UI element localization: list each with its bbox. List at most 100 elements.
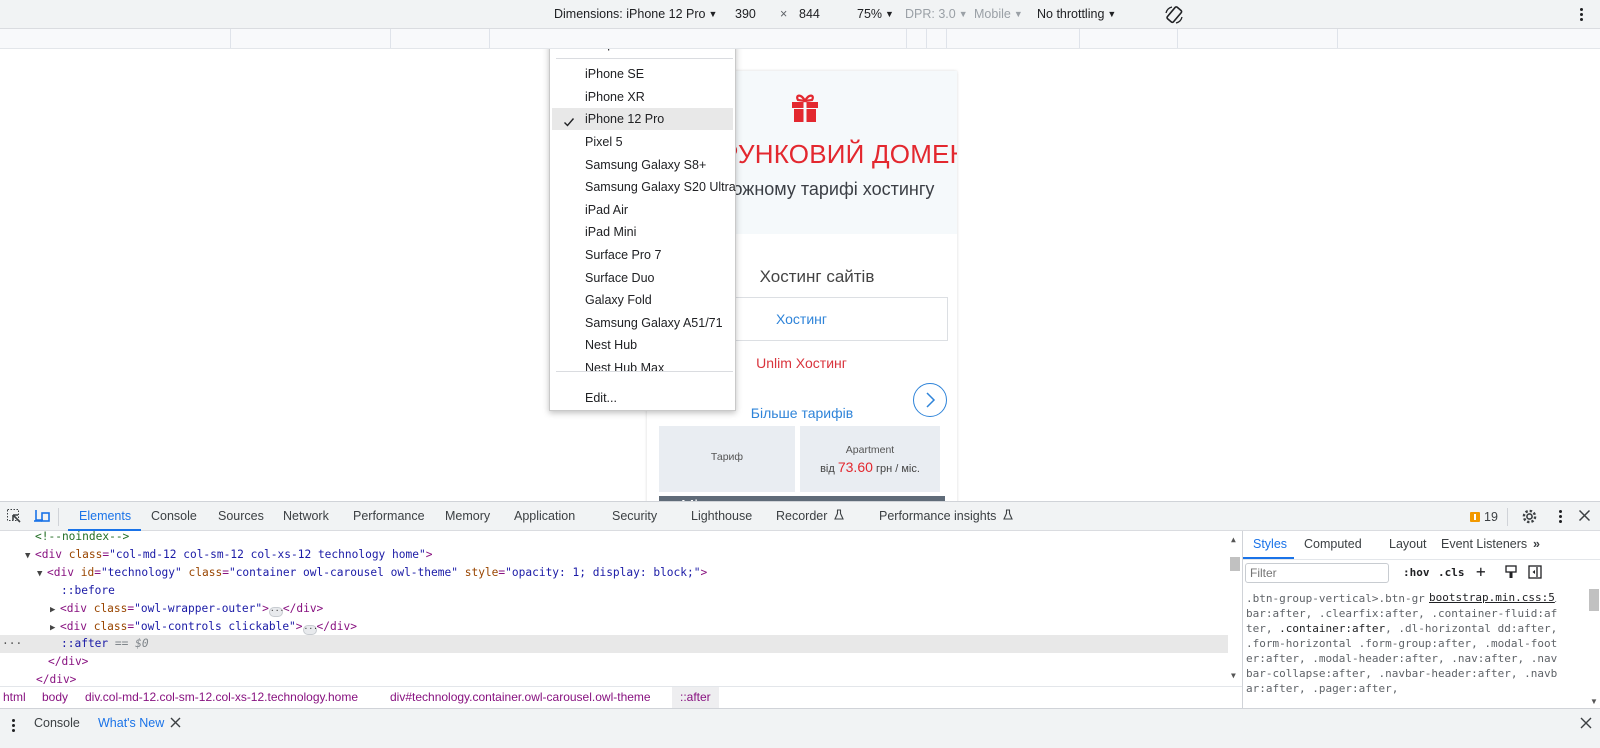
ruler-segment[interactable] xyxy=(946,29,947,48)
close-tab-icon[interactable] xyxy=(170,717,181,731)
device-menu-item[interactable]: iPad Air xyxy=(552,199,733,221)
ellipsis-icon[interactable]: ··· xyxy=(268,607,284,617)
breadcrumb-div-technology[interactable]: div#technology.container.owl-carousel.ow… xyxy=(390,687,651,708)
device-menu-item[interactable]: iPhone 12 Pro xyxy=(552,108,733,130)
tab-event-listeners[interactable]: Event Listeners xyxy=(1441,537,1527,551)
close-devtools-icon[interactable] xyxy=(1578,509,1591,525)
dom-node-div-technology-home[interactable]: ▼ <div class="col-md-12 col-sm-12 col-xs-… xyxy=(0,546,1230,564)
tab-network[interactable]: Network xyxy=(283,509,329,523)
scroll-thumb[interactable] xyxy=(1589,589,1599,611)
dom-node-div-technology[interactable]: ▼ <div id="technology" class="container o… xyxy=(0,564,1230,582)
device-menu-item[interactable]: Samsung Galaxy A51/71 xyxy=(552,312,733,334)
dom-tree-scrollbar[interactable]: ▲ ▼ xyxy=(1228,531,1242,686)
devtools-panel: Elements Console Sources Network Perform… xyxy=(0,501,1600,748)
ruler-segment[interactable] xyxy=(230,29,231,48)
device-menu-item[interactable]: Samsung Galaxy S20 Ultra xyxy=(552,176,736,198)
tab-application[interactable]: Application xyxy=(514,509,575,523)
more-tabs-chevron-icon[interactable]: » xyxy=(1533,537,1540,551)
dpr-dropdown[interactable]: DPR: 3.0 ▼ xyxy=(905,7,968,21)
more-vert-icon[interactable] xyxy=(1557,508,1563,523)
hover-state-toggle[interactable]: :hov xyxy=(1403,566,1430,579)
tab-lighthouse[interactable]: Lighthouse xyxy=(691,509,752,523)
carousel-next-button[interactable] xyxy=(913,383,947,417)
rotate-icon[interactable] xyxy=(1163,4,1185,26)
css-rule-selector[interactable]: .btn-group-vertical>.btn-group:after, .b… xyxy=(1246,591,1558,696)
device-menu-item[interactable]: Nest Hub Max xyxy=(552,357,733,379)
close-drawer-icon[interactable] xyxy=(1580,717,1592,732)
device-menu-item[interactable]: Galaxy Fold xyxy=(552,289,733,311)
dom-node-comment[interactable]: <!--noindex--> xyxy=(0,531,1230,546)
expand-triangle-icon[interactable]: ▼ xyxy=(37,565,47,583)
new-rule-plus-icon[interactable]: + xyxy=(1476,562,1486,581)
device-menu-item[interactable]: iPad Mini xyxy=(552,221,733,243)
dimensions-dropdown[interactable]: Dimensions: iPhone 12 Pro ▼ xyxy=(554,7,717,21)
experiment-flask-icon xyxy=(834,509,844,523)
tab-sources[interactable]: Sources xyxy=(218,509,264,523)
ruler-segment[interactable] xyxy=(1177,29,1178,48)
tab-elements[interactable]: Elements xyxy=(79,509,131,523)
styles-scrollbar[interactable]: ▼ xyxy=(1587,587,1600,708)
ruler-segment[interactable] xyxy=(906,29,907,48)
dom-node-before[interactable]: ::before xyxy=(0,582,1230,600)
device-menu-item[interactable]: Surface Pro 7 xyxy=(552,244,733,266)
scroll-up-icon[interactable]: ▲ xyxy=(1231,535,1236,544)
breadcrumb-html[interactable]: html xyxy=(3,687,26,708)
device-type-dropdown[interactable]: Mobile ▼ xyxy=(974,7,1023,21)
paint-brush-icon[interactable] xyxy=(1504,565,1518,582)
tab-performance-insights[interactable]: Performance insights xyxy=(879,509,1013,523)
dom-node-after-selected[interactable]: ···::after == $0 xyxy=(0,635,1230,653)
tab-console[interactable]: Console xyxy=(151,509,197,523)
ellipsis-icon[interactable]: ··· xyxy=(302,625,318,635)
styles-filter-input[interactable] xyxy=(1245,563,1389,583)
device-menu-item[interactable]: iPhone XR xyxy=(552,86,733,108)
device-menu-item[interactable]: Edit... xyxy=(552,387,733,409)
device-menu-item[interactable]: Surface Duo xyxy=(552,267,733,289)
device-menu-item-label: iPad Air xyxy=(585,203,629,217)
width-input[interactable]: 390 xyxy=(735,7,756,21)
device-menu-item[interactable]: iPhone SE xyxy=(552,63,733,85)
tab-computed[interactable]: Computed xyxy=(1304,537,1362,551)
issues-counter[interactable]: 19 xyxy=(1470,510,1498,524)
breadcrumb-after[interactable]: ::after xyxy=(672,687,719,708)
inspect-element-icon[interactable] xyxy=(6,508,22,527)
device-menu-item[interactable]: Samsung Galaxy S8+ xyxy=(552,154,733,176)
ruler-segment[interactable] xyxy=(926,29,927,48)
scroll-down-icon[interactable]: ▼ xyxy=(1590,697,1598,706)
drawer-tab-console[interactable]: Console xyxy=(34,716,80,730)
dom-node-owl-controls[interactable]: ▶ <div class="owl-controls clickable">···… xyxy=(0,618,1230,636)
dom-node-owl-wrapper-outer[interactable]: ▶ <div class="owl-wrapper-outer">···</div… xyxy=(0,600,1230,618)
zoom-dropdown[interactable]: 75% ▼ xyxy=(857,7,894,21)
device-menu-item[interactable]: Responsive xyxy=(552,49,733,55)
class-toggle[interactable]: .cls xyxy=(1438,566,1465,579)
breadcrumb-div-technology-home[interactable]: div.col-md-12.col-sm-12.col-xs-12.techno… xyxy=(85,687,358,708)
tab-performance[interactable]: Performance xyxy=(353,509,425,523)
device-toolbar-toggle-icon[interactable] xyxy=(33,508,51,527)
rule-source-link[interactable]: bootstrap.min.css:5 xyxy=(1425,591,1555,604)
dom-node-close[interactable]: </div> xyxy=(0,671,1230,686)
row-menu-icon[interactable]: ··· xyxy=(2,635,61,653)
toggle-sidebar-icon[interactable] xyxy=(1528,565,1542,582)
tab-layout[interactable]: Layout xyxy=(1389,537,1427,551)
height-input[interactable]: 844 xyxy=(799,7,820,21)
ruler-segment[interactable] xyxy=(489,29,490,48)
tab-security[interactable]: Security xyxy=(612,509,657,523)
more-vert-icon[interactable] xyxy=(1576,6,1586,24)
expand-triangle-icon[interactable]: ▼ xyxy=(25,547,35,565)
scroll-down-icon[interactable]: ▼ xyxy=(1231,671,1236,680)
device-menu-item[interactable]: Pixel 5 xyxy=(552,131,733,153)
device-menu-item[interactable]: Nest Hub xyxy=(552,334,733,356)
drawer-menu-icon[interactable] xyxy=(11,717,15,732)
ruler-segment[interactable] xyxy=(1337,29,1338,48)
drawer-tab-whats-new[interactable]: What's New xyxy=(98,716,164,730)
scroll-thumb[interactable] xyxy=(1230,557,1240,571)
tab-recorder[interactable]: Recorder xyxy=(776,509,844,523)
tab-memory[interactable]: Memory xyxy=(445,509,490,523)
throttling-dropdown[interactable]: No throttling ▼ xyxy=(1037,7,1116,21)
collapse-triangle-icon[interactable]: ▶ xyxy=(50,601,60,619)
breadcrumb-body[interactable]: body xyxy=(42,687,68,708)
ruler-segment[interactable] xyxy=(390,29,391,48)
dom-node-close[interactable]: </div> xyxy=(0,653,1230,671)
tab-styles[interactable]: Styles xyxy=(1253,537,1287,551)
ruler-segment[interactable] xyxy=(1079,29,1080,48)
settings-gear-icon[interactable] xyxy=(1521,508,1538,528)
